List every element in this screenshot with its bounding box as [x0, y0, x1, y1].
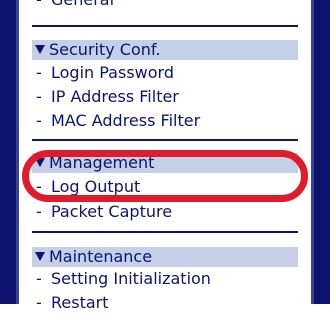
sidebar-item-login-password[interactable]: - Login Password [32, 62, 298, 84]
sidebar-item-log-output[interactable]: - Log Output [32, 176, 298, 198]
sidebar-item-ip-address-filter[interactable]: - IP Address Filter [32, 86, 298, 108]
sidebar-item-general[interactable]: -General [32, 0, 298, 11]
triangle-down-icon [35, 45, 45, 54]
section-divider [32, 139, 298, 141]
sidebar-item-mac-address-filter[interactable]: - MAC Address Filter [32, 110, 298, 132]
section-divider [32, 231, 298, 233]
dash-icon: - [36, 202, 42, 221]
sidebar-item-restart[interactable]: - Restart [32, 292, 298, 314]
section-header-management[interactable]: Management [32, 153, 298, 173]
sidebar-item-packet-capture[interactable]: - Packet Capture [32, 201, 298, 223]
dash-icon: - [36, 0, 51, 11]
dash-icon: - [36, 87, 42, 106]
dash-icon: - [36, 177, 42, 196]
triangle-down-icon [35, 252, 45, 261]
dash-icon: - [36, 111, 42, 130]
sidebar-item-setting-initialization[interactable]: - Setting Initialization [32, 268, 298, 290]
section-divider [32, 25, 298, 27]
dash-icon: - [36, 293, 42, 312]
dash-icon: - [36, 63, 42, 82]
triangle-down-icon [35, 158, 45, 167]
right-frame-border [311, 0, 330, 304]
sidebar-menu: -General Security Conf. -Login Password … [32, 0, 298, 312]
section-header-security-conf[interactable]: Security Conf. [32, 40, 298, 60]
dash-icon: - [36, 269, 42, 288]
left-frame-border [0, 0, 19, 304]
section-header-maintenance[interactable]: Maintenance [32, 247, 298, 267]
